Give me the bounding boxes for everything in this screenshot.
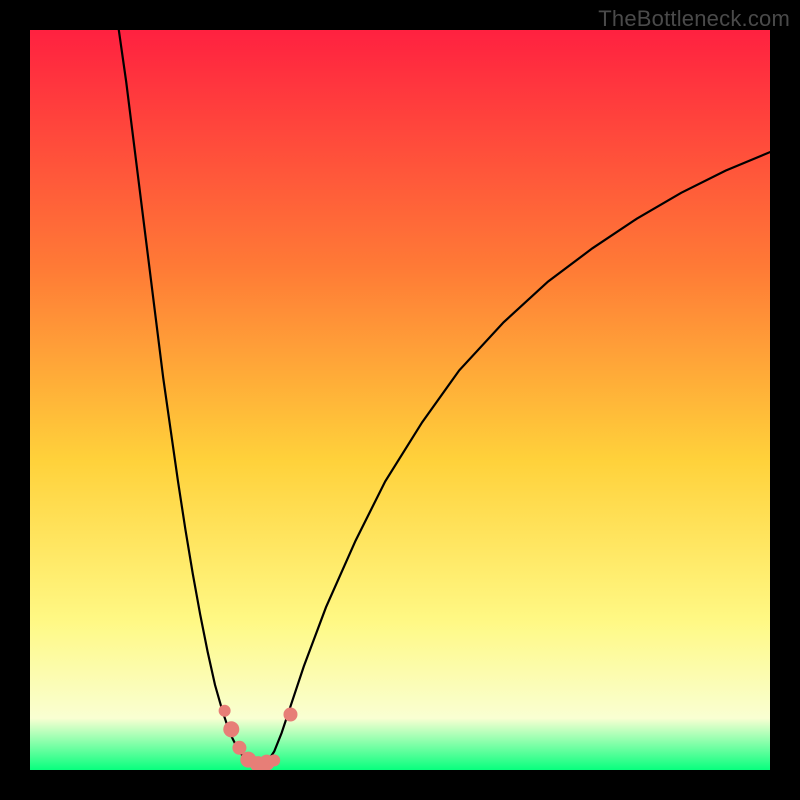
- curve-right-branch: [259, 152, 770, 766]
- data-marker-0: [219, 705, 231, 717]
- watermark-text: TheBottleneck.com: [598, 6, 790, 32]
- data-marker-7: [283, 708, 297, 722]
- data-marker-6: [268, 754, 280, 766]
- data-marker-2: [232, 741, 246, 755]
- chart-frame: TheBottleneck.com: [0, 0, 800, 800]
- curve-layer: [30, 30, 770, 770]
- plot-area: [30, 30, 770, 770]
- data-marker-1: [223, 721, 239, 737]
- curve-left-branch: [119, 30, 260, 766]
- data-markers: [219, 705, 298, 770]
